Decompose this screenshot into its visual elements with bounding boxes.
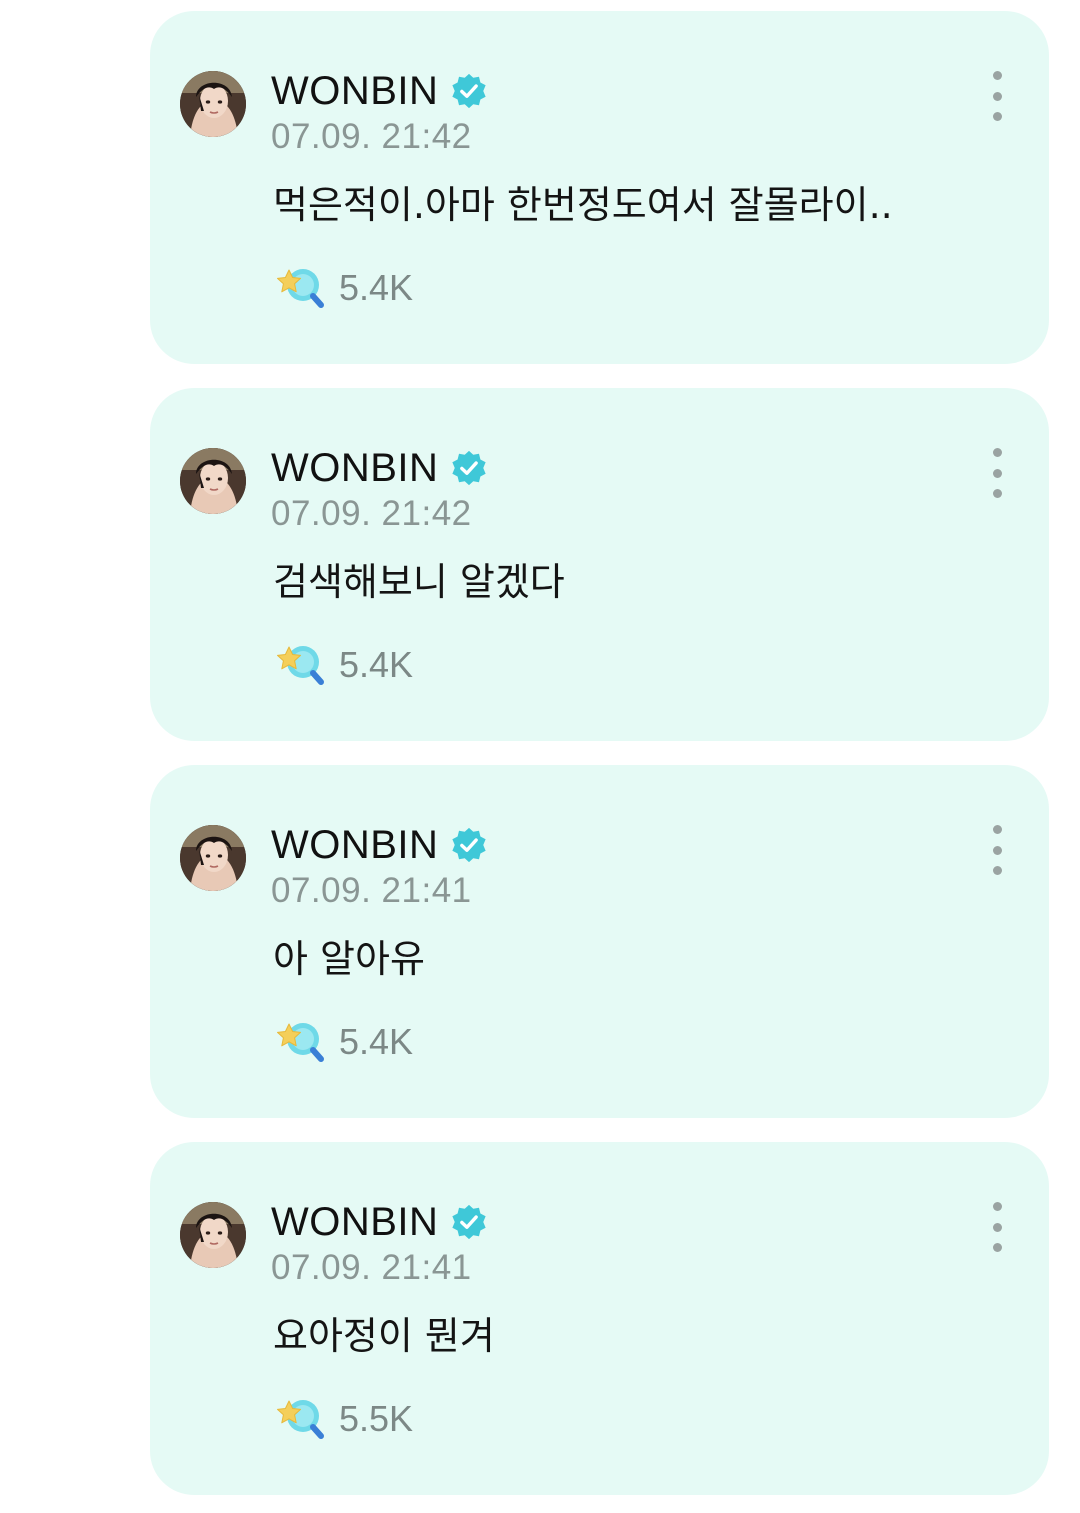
reaction-count: 5.4K xyxy=(339,267,414,308)
comment-card: WONBIN 07.09. 21:41 요아정이 뭔겨 5.5K xyxy=(150,1142,1049,1495)
author-name[interactable]: WONBIN xyxy=(271,67,438,115)
comment-card: WONBIN 07.09. 21:41 아 알아유 5.4K xyxy=(150,765,1049,1118)
post-timestamp: 07.09. 21:41 xyxy=(271,1248,472,1287)
author-row: WONBIN xyxy=(271,1198,488,1246)
more-options-icon[interactable] xyxy=(982,1202,1012,1252)
reaction-button[interactable]: 5.4K xyxy=(275,1017,413,1067)
reaction-button[interactable]: 5.5K xyxy=(275,1394,413,1444)
comment-card: WONBIN 07.09. 21:42 검색해보니 알겠다 5.4K xyxy=(150,388,1049,741)
reaction-count: 5.4K xyxy=(339,1021,414,1062)
comment-feed: { "posts": [ { "author": "WONBIN", "veri… xyxy=(0,0,1080,1513)
avatar-image xyxy=(180,448,246,514)
reaction-count: 5.4K xyxy=(339,644,414,685)
more-options-icon[interactable] xyxy=(982,71,1012,121)
reaction-count: 5.5K xyxy=(339,1398,414,1439)
post-timestamp: 07.09. 21:42 xyxy=(271,494,472,533)
star-magnifier-reaction-icon xyxy=(275,1395,327,1443)
comment-text: 검색해보니 알겠다 xyxy=(273,560,565,604)
reaction-button[interactable]: 5.4K xyxy=(275,640,413,690)
author-name[interactable]: WONBIN xyxy=(271,821,438,869)
comment-text: 요아정이 뭔겨 xyxy=(273,1314,495,1358)
more-options-icon[interactable] xyxy=(982,448,1012,498)
verified-badge-icon xyxy=(450,1203,488,1241)
author-name[interactable]: WONBIN xyxy=(271,444,438,492)
post-timestamp: 07.09. 21:42 xyxy=(271,117,472,156)
avatar-image xyxy=(180,71,246,137)
comment-text: 먹은적이.아마 한번정도여서 잘몰라이.. xyxy=(273,183,893,227)
author-row: WONBIN xyxy=(271,821,488,869)
comment-text: 아 알아유 xyxy=(273,937,425,981)
verified-badge-icon xyxy=(450,72,488,110)
author-name[interactable]: WONBIN xyxy=(271,1198,438,1246)
profile-avatar[interactable] xyxy=(180,448,246,514)
post-timestamp: 07.09. 21:41 xyxy=(271,871,472,910)
verified-badge-icon xyxy=(450,826,488,864)
star-magnifier-reaction-icon xyxy=(275,641,327,689)
profile-avatar[interactable] xyxy=(180,1202,246,1268)
author-row: WONBIN xyxy=(271,444,488,492)
reaction-button[interactable]: 5.4K xyxy=(275,263,413,313)
star-magnifier-reaction-icon xyxy=(275,264,327,312)
more-options-icon[interactable] xyxy=(982,825,1012,875)
comment-card: WONBIN 07.09. 21:42 먹은적이.아마 한번정도여서 잘몰라이.… xyxy=(150,11,1049,364)
author-row: WONBIN xyxy=(271,67,488,115)
profile-avatar[interactable] xyxy=(180,71,246,137)
profile-avatar[interactable] xyxy=(180,825,246,891)
avatar-image xyxy=(180,825,246,891)
star-magnifier-reaction-icon xyxy=(275,1018,327,1066)
verified-badge-icon xyxy=(450,449,488,487)
avatar-image xyxy=(180,1202,246,1268)
